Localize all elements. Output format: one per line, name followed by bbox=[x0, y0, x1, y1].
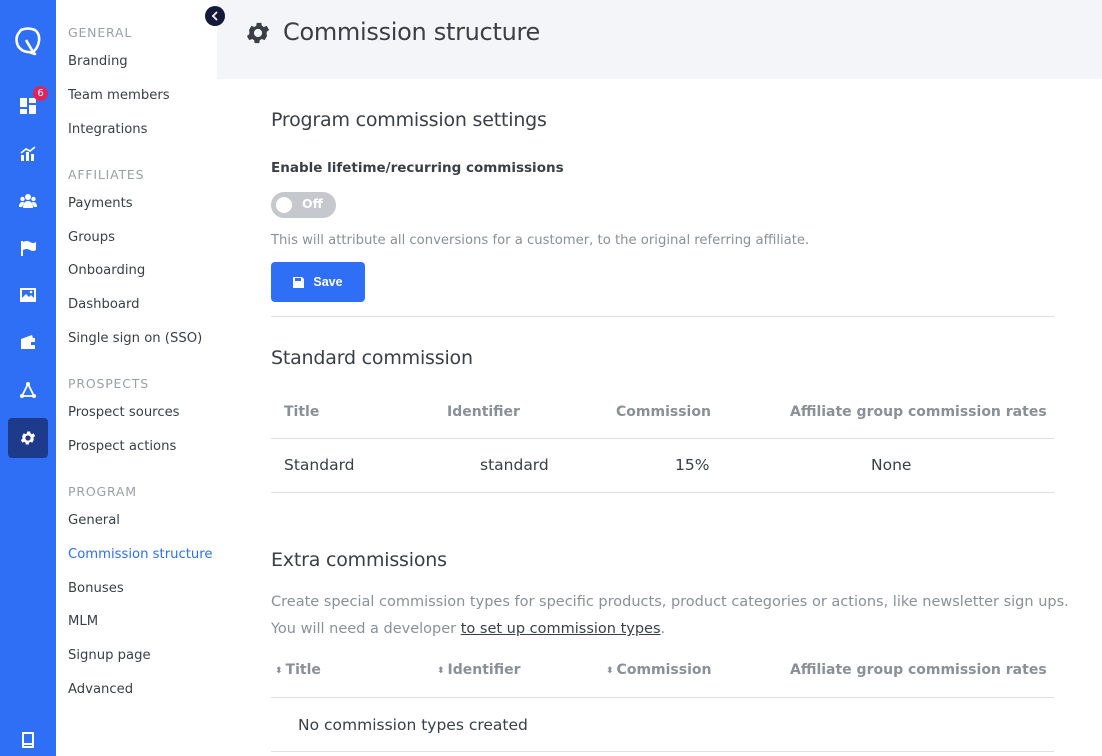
nav-item-prospect-actions[interactable]: Prospect actions bbox=[68, 439, 176, 454]
standard-col-identifier: Identifier bbox=[447, 404, 520, 420]
logo-icon[interactable] bbox=[13, 26, 43, 56]
setup-commission-types-link[interactable]: to set up commission types bbox=[461, 621, 661, 637]
rail-affiliates[interactable] bbox=[8, 181, 48, 221]
extra-commissions-heading: Extra commissions bbox=[271, 549, 447, 571]
nav-item-sso[interactable]: Single sign on (SSO) bbox=[68, 331, 202, 346]
nav-section-prospects: PROSPECTS bbox=[68, 376, 149, 391]
notification-badge: 6 bbox=[33, 86, 48, 101]
icon-rail: 6 bbox=[0, 0, 56, 756]
rail-wallet[interactable] bbox=[8, 322, 48, 362]
nav-section-program: PROGRAM bbox=[68, 484, 137, 499]
section-divider bbox=[271, 316, 1054, 317]
lifetime-helper-text: This will attribute all conversions for … bbox=[271, 233, 809, 248]
campaigns-flag-icon bbox=[19, 239, 37, 257]
rail-settings[interactable] bbox=[8, 418, 48, 458]
sort-icon: ⬍ bbox=[606, 666, 614, 676]
sort-icon: ⬍ bbox=[275, 666, 283, 676]
nav-item-payments[interactable]: Payments bbox=[68, 196, 133, 211]
program-settings-heading: Program commission settings bbox=[271, 109, 547, 131]
affiliates-icon bbox=[19, 192, 37, 210]
extra-col-identifier-label: Identifier bbox=[448, 662, 521, 678]
extra-col-identifier[interactable]: ⬍Identifier bbox=[437, 662, 521, 678]
toggle-state-label: Off bbox=[302, 196, 323, 211]
save-button-label: Save bbox=[313, 275, 342, 289]
standard-commission-heading: Standard commission bbox=[271, 347, 473, 369]
wallet-icon bbox=[19, 333, 37, 351]
nav-section-general: GENERAL bbox=[68, 25, 132, 40]
toggle-knob bbox=[276, 197, 292, 213]
floppy-disk-icon bbox=[293, 277, 304, 288]
row-commission: 15% bbox=[675, 456, 709, 474]
table-row-divider bbox=[271, 492, 1054, 493]
standard-col-commission: Commission bbox=[616, 404, 711, 420]
nav-item-branding[interactable]: Branding bbox=[68, 54, 128, 69]
network-icon bbox=[19, 381, 37, 399]
book-icon bbox=[19, 731, 37, 749]
sort-icon: ⬍ bbox=[437, 666, 445, 676]
rail-dashboard[interactable]: 6 bbox=[8, 86, 48, 126]
extra-col-group-rates: Affiliate group commission rates bbox=[790, 662, 1047, 678]
description-prefix: You will need a developer bbox=[271, 621, 461, 637]
extra-col-commission[interactable]: ⬍Commission bbox=[606, 662, 711, 678]
lifetime-commissions-label: Enable lifetime/recurring commissions bbox=[271, 160, 564, 176]
main-content: Program commission settings Enable lifet… bbox=[217, 79, 1102, 756]
standard-col-group-rates: Affiliate group commission rates bbox=[790, 404, 1047, 420]
reports-icon bbox=[19, 145, 37, 163]
empty-state-text: No commission types created bbox=[298, 716, 528, 734]
rail-network[interactable] bbox=[8, 370, 48, 410]
table-header-divider bbox=[271, 438, 1054, 439]
rail-campaigns[interactable] bbox=[8, 228, 48, 268]
settings-nav: GENERAL Branding Team members Integratio… bbox=[56, 0, 217, 756]
extra-description-line1: Create special commission types for spec… bbox=[271, 589, 1069, 616]
nav-item-prospect-sources[interactable]: Prospect sources bbox=[68, 405, 180, 420]
gear-icon bbox=[244, 19, 272, 47]
save-button[interactable]: Save bbox=[271, 262, 365, 302]
nav-section-affiliates: AFFILIATES bbox=[68, 167, 144, 182]
rail-docs[interactable] bbox=[8, 720, 48, 756]
extra-col-title[interactable]: ⬍Title bbox=[275, 662, 321, 678]
extra-col-title-label: Title bbox=[286, 662, 321, 678]
nav-item-signup-page[interactable]: Signup page bbox=[68, 648, 151, 663]
row-identifier: standard bbox=[480, 456, 549, 474]
nav-item-general[interactable]: General bbox=[68, 513, 120, 528]
rail-media[interactable] bbox=[8, 275, 48, 315]
page-title: Commission structure bbox=[283, 18, 540, 46]
page-header: Commission structure bbox=[217, 0, 1102, 79]
nav-item-commission-structure[interactable]: Commission structure bbox=[68, 547, 213, 562]
nav-item-team-members[interactable]: Team members bbox=[68, 88, 170, 103]
media-icon bbox=[19, 286, 37, 304]
standard-col-title: Title bbox=[284, 404, 319, 420]
row-group-rates: None bbox=[871, 456, 911, 474]
nav-item-dashboard[interactable]: Dashboard bbox=[68, 297, 140, 312]
lifetime-commissions-toggle[interactable]: Off bbox=[271, 192, 336, 218]
nav-item-bonuses[interactable]: Bonuses bbox=[68, 581, 124, 596]
description-suffix: . bbox=[661, 621, 666, 637]
nav-item-onboarding[interactable]: Onboarding bbox=[68, 263, 145, 278]
row-title: Standard bbox=[284, 456, 355, 474]
nav-item-groups[interactable]: Groups bbox=[68, 230, 115, 245]
extra-table-row-divider bbox=[271, 751, 1054, 752]
nav-item-mlm[interactable]: MLM bbox=[68, 614, 98, 629]
dashboard-icon bbox=[19, 97, 37, 115]
rail-reports[interactable] bbox=[8, 134, 48, 174]
extra-description-line2: You will need a developer to set up comm… bbox=[271, 616, 665, 643]
extra-col-commission-label: Commission bbox=[617, 662, 712, 678]
extra-table-header-divider bbox=[271, 697, 1054, 698]
collapse-nav-button[interactable] bbox=[205, 6, 225, 26]
nav-item-integrations[interactable]: Integrations bbox=[68, 122, 148, 137]
chevron-left-icon bbox=[210, 11, 220, 21]
nav-item-advanced[interactable]: Advanced bbox=[68, 682, 133, 697]
settings-gear-icon bbox=[19, 429, 37, 447]
